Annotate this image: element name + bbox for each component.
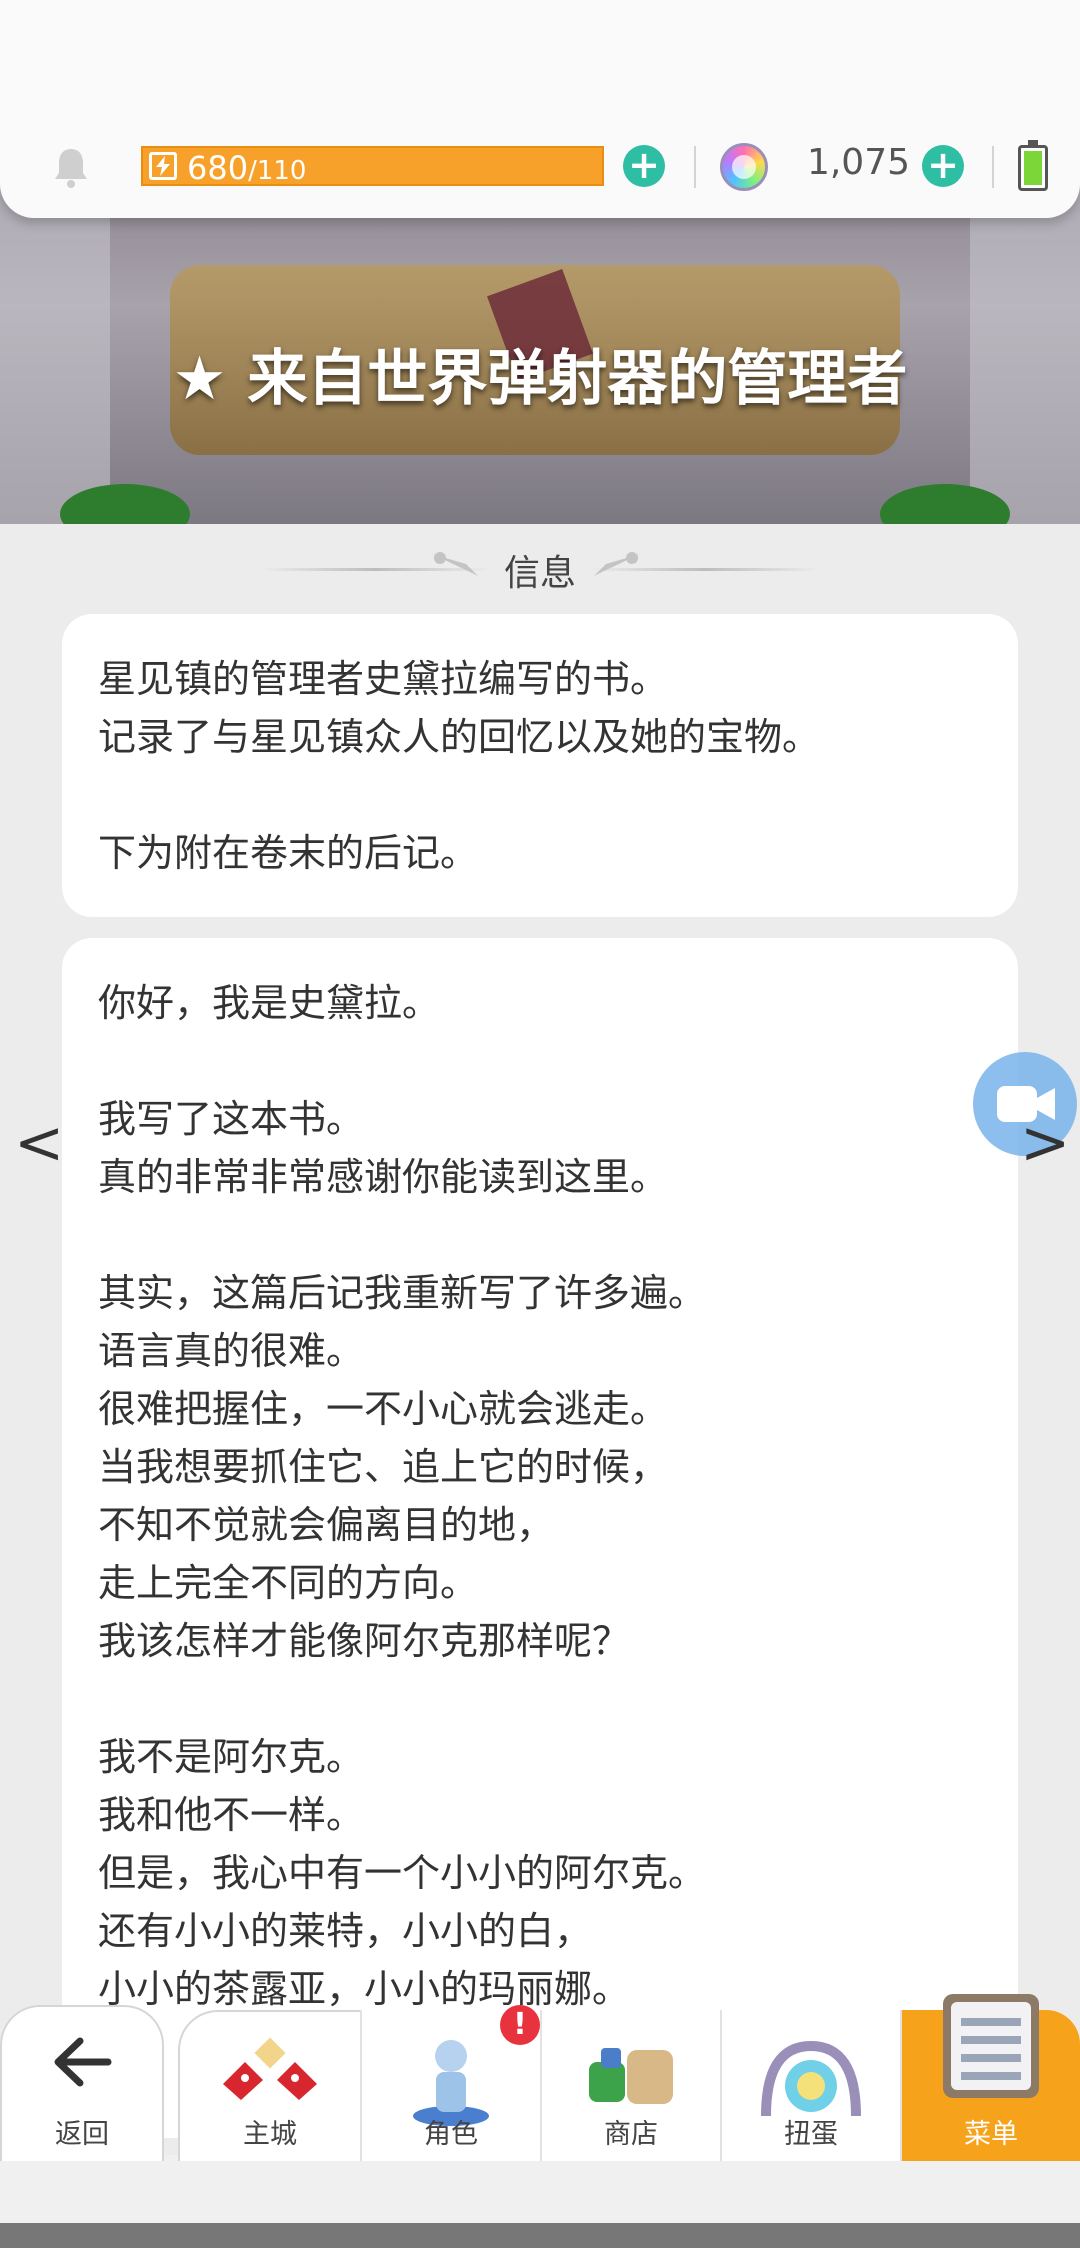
lightning-icon <box>149 152 177 180</box>
add-energy-button[interactable]: + <box>623 145 665 187</box>
section-title: 信息 <box>503 553 576 594</box>
next-page-arrow[interactable]: > <box>1020 1108 1070 1178</box>
text-line: 语言真的很难。 <box>98 1329 365 1373</box>
notification-badge: ! <box>500 2005 540 2045</box>
menu-list-icon <box>943 1994 1039 2098</box>
afterword-card[interactable]: 你好，我是史黛拉。 我写了这本书。 真的非常非常感谢你能读到这里。 其实，这篇后… <box>62 938 1018 2138</box>
text-line: 我不是阿尔克。 <box>98 1735 365 1779</box>
text-line: 你好，我是史黛拉。 <box>98 981 441 1025</box>
text-line: 我该怎样才能像阿尔克那样呢？ <box>98 1619 631 1663</box>
energy-max: /110 <box>248 156 307 186</box>
divider <box>694 146 696 188</box>
divider <box>992 146 994 188</box>
previous-page-arrow[interactable]: < <box>14 1108 64 1178</box>
text-line: 不知不觉就会偏离目的地， <box>98 1503 555 1547</box>
shop-bag-icon <box>589 2048 673 2104</box>
energy-bar: 680/110 <box>141 146 604 188</box>
info-card: 星见镇的管理者史黛拉编写的书。 记录了与星见镇众人的回忆以及她的宝物。 下为附在… <box>62 614 1018 917</box>
page-title: ★ 来自世界弹射器的管理者 <box>172 344 908 414</box>
nav-item-menu[interactable]: 菜单 <box>900 1994 1080 2161</box>
energy-value: 680/110 <box>187 148 306 188</box>
town-icon <box>223 2037 317 2100</box>
gem-count: 1,075 <box>806 142 910 183</box>
text-line: 我和他不一样。 <box>98 1793 365 1837</box>
nav-label: 菜单 <box>964 2119 1018 2150</box>
nav-label: 主城 <box>243 2119 297 2150</box>
info-line: 星见镇的管理者史黛拉编写的书。 <box>98 657 669 701</box>
back-button[interactable]: 返回 <box>0 2005 164 2161</box>
text-line: 走上完全不同的方向。 <box>98 1561 479 1605</box>
nav-item-gacha[interactable]: 扭蛋 <box>720 2010 900 2161</box>
energy-current: 680 <box>187 149 249 187</box>
nav-label: 角色 <box>424 2119 478 2150</box>
status-bar: 680/110 + 1,075 + <box>0 0 1080 218</box>
text-line: 但是，我心中有一个小小的阿尔克。 <box>98 1851 707 1895</box>
nav-label: 扭蛋 <box>784 2119 838 2150</box>
quill-icon <box>594 552 640 576</box>
bottom-navigation: 返回 主城 角色 ! 商店 扭蛋 菜单 <box>0 1994 1080 2248</box>
info-line: 下为附在卷末的后记。 <box>98 831 479 875</box>
info-line: 记录了与星见镇众人的回忆以及她的宝物。 <box>98 715 821 759</box>
nav-item-shop[interactable]: 商店 <box>540 2010 720 2161</box>
text-line: 其实，这篇后记我重新写了许多遍。 <box>98 1271 707 1315</box>
text-line: 当我想要抓住它、追上它的时候， <box>98 1445 669 1489</box>
section-header: 信息 <box>0 540 1080 594</box>
text-line: 还有小小的莱特，小小的白， <box>98 1909 593 1953</box>
system-nav-bar <box>0 2223 1080 2248</box>
text-line: 真的非常非常感谢你能读到这里。 <box>98 1155 669 1199</box>
section-line-right <box>590 568 820 571</box>
add-gems-button[interactable]: + <box>922 145 964 187</box>
nav-strip <box>0 2155 1080 2223</box>
battery-icon <box>1018 140 1048 191</box>
gem-icon <box>720 143 768 191</box>
back-arrow-icon <box>54 2037 112 2087</box>
text-line: 很难把握住，一不小心就会逃走。 <box>98 1387 669 1431</box>
nav-label: 返回 <box>55 2119 109 2150</box>
nav-item-town[interactable]: 主城 <box>178 2010 360 2161</box>
nav-label: 商店 <box>604 2119 658 2150</box>
text-line: 我写了这本书。 <box>98 1097 365 1141</box>
bell-icon[interactable] <box>52 145 90 189</box>
